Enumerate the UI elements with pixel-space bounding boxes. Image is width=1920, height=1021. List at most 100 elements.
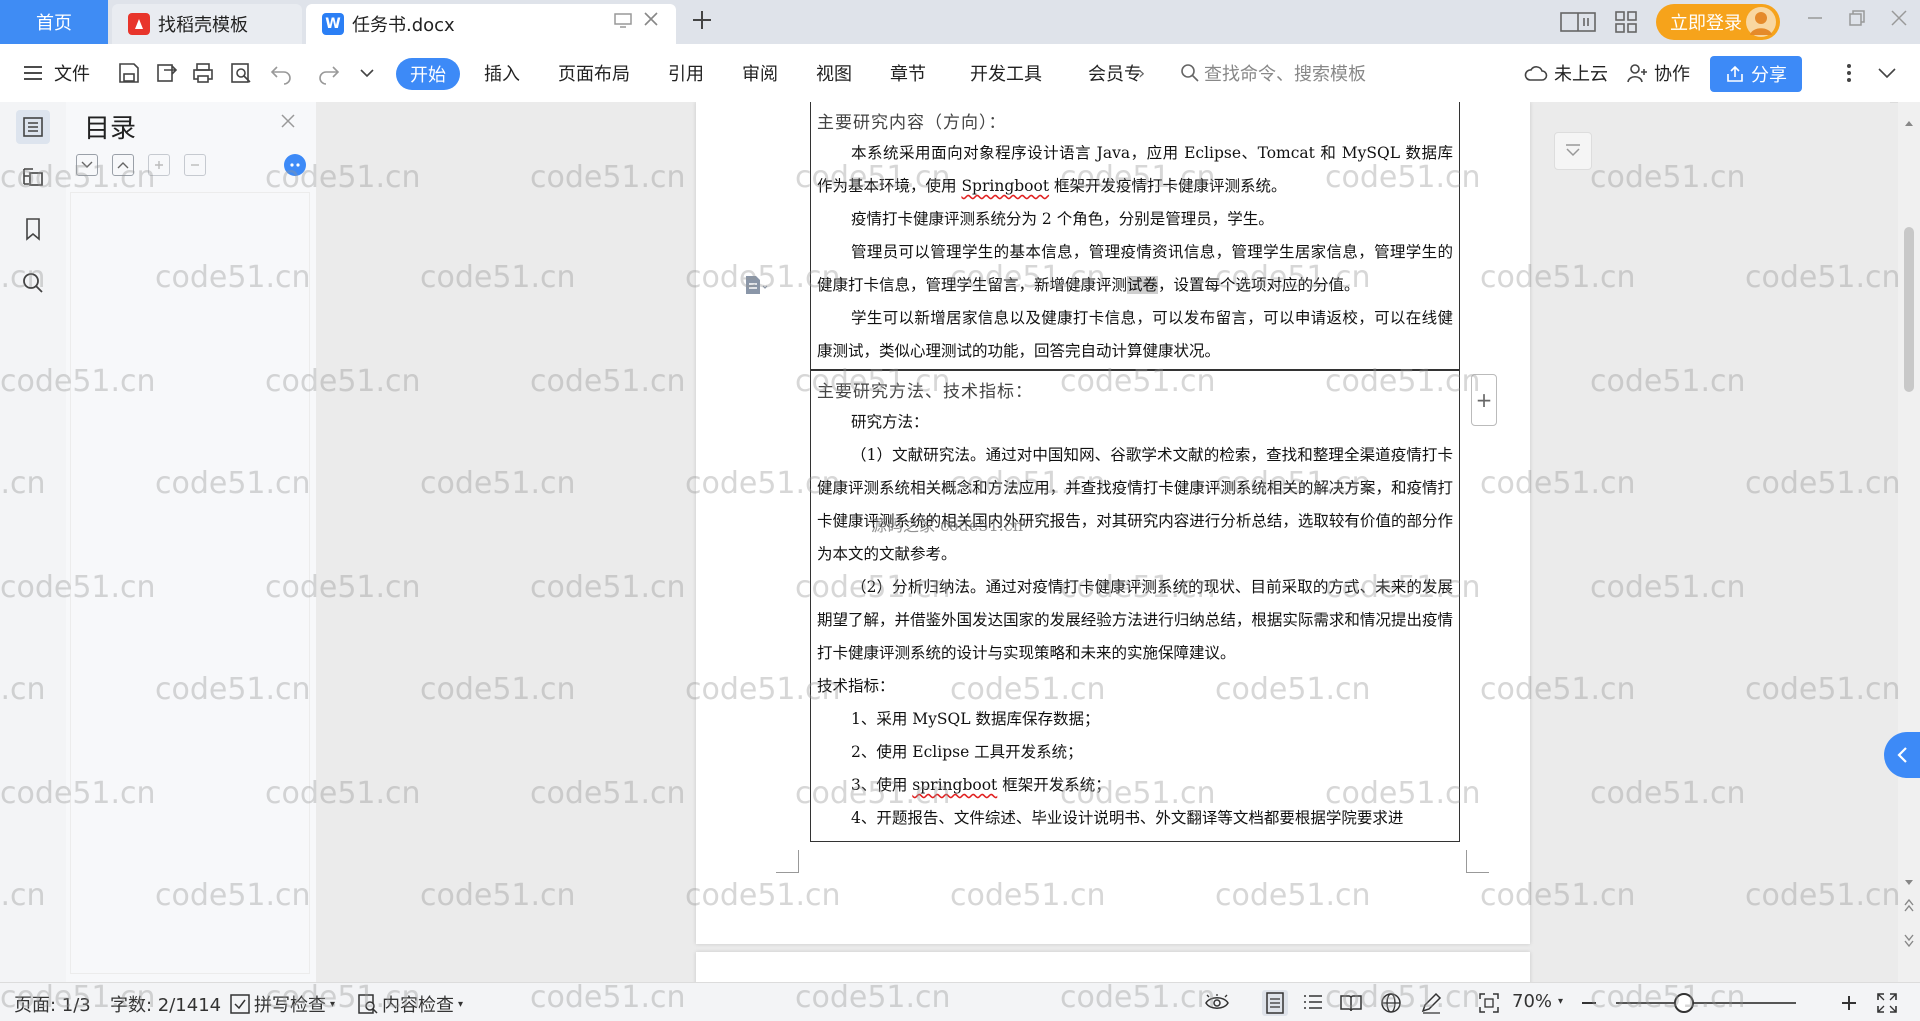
- next-page-top: [696, 952, 1530, 982]
- list-item: 2、使用 Eclipse 工具开发系统；: [851, 743, 1083, 761]
- tab-review[interactable]: 审阅: [742, 56, 778, 90]
- share-button[interactable]: 分享: [1710, 56, 1802, 92]
- zoom-in-icon[interactable]: [1836, 990, 1862, 1016]
- toc-list: [70, 192, 310, 974]
- search-icon: [1181, 64, 1199, 82]
- spell-check-label: 拼写检查: [254, 995, 326, 1016]
- find-icon[interactable]: [16, 266, 50, 300]
- tab-template-label: 找稻壳模板: [158, 15, 248, 36]
- table-cell-research-content[interactable]: 主要研究内容（方向）： 本系统采用面向对象程序设计语言 Java，应用 Ecli…: [810, 102, 1460, 370]
- undo-icon[interactable]: [268, 60, 294, 86]
- zoom-level-select[interactable]: 70% ▾: [1512, 991, 1563, 1012]
- tab-references[interactable]: 引用: [668, 56, 704, 90]
- close-window-icon[interactable]: [1890, 8, 1908, 32]
- wps-writer-icon: W: [322, 13, 344, 35]
- spell-check-icon: [230, 994, 250, 1014]
- command-search[interactable]: 查找命令、搜索模板: [1180, 56, 1366, 90]
- tab-template[interactable]: 找稻壳模板: [112, 4, 302, 44]
- apps-grid-icon[interactable]: [1614, 6, 1638, 38]
- chevron-down-icon: ▾: [1558, 996, 1564, 1007]
- content-check-button[interactable]: 内容检查 ▾: [358, 991, 463, 1017]
- eye-protection-icon[interactable]: [1204, 990, 1230, 1016]
- tab-member[interactable]: 会员专: [1088, 56, 1142, 90]
- add-row-button[interactable]: +: [1471, 374, 1497, 426]
- tab-insert[interactable]: 插入: [484, 56, 520, 90]
- window-mode-icon[interactable]: [614, 12, 632, 33]
- outline-view-icon[interactable]: [1300, 990, 1326, 1016]
- collab-user-icon: [1627, 64, 1647, 83]
- export-pdf-icon[interactable]: [154, 60, 180, 86]
- page-indicator[interactable]: 页面: 1/3: [14, 991, 91, 1017]
- minimize-icon[interactable]: [1806, 8, 1824, 32]
- paragraph-layout-icon[interactable]: [744, 274, 768, 296]
- web-layout-icon[interactable]: [1378, 990, 1404, 1016]
- more-options-icon[interactable]: [1836, 60, 1862, 86]
- status-bar: 页面: 1/3 字数: 2/1414 拼写检查 ▾ 内容检查 ▾ 70% ▾: [0, 982, 1920, 1021]
- section1-heading: 主要研究内容（方向）：: [817, 113, 1007, 133]
- tab-page-layout[interactable]: 页面布局: [558, 56, 630, 90]
- cloud-status-button[interactable]: 未上云: [1524, 56, 1608, 90]
- scroll-up-icon[interactable]: [1904, 112, 1914, 131]
- redo-icon[interactable]: [316, 60, 342, 86]
- word-count[interactable]: 字数: 2/1414: [110, 991, 221, 1017]
- reading-mode-icon[interactable]: [1338, 990, 1364, 1016]
- layout-toggle-icon[interactable]: [1560, 6, 1596, 38]
- print-icon[interactable]: [190, 60, 216, 86]
- close-icon[interactable]: [280, 110, 296, 135]
- scroll-down-icon[interactable]: [1904, 872, 1914, 891]
- tab-document[interactable]: W 任务书.docx: [306, 4, 676, 44]
- zoom-slider-handle[interactable]: [1674, 993, 1694, 1013]
- login-button[interactable]: 立即登录: [1656, 4, 1780, 40]
- print-preview-icon[interactable]: [228, 60, 254, 86]
- scroll-thumb[interactable]: [1904, 227, 1914, 392]
- paragraph: 管理员可以管理学生的基本信息，管理疫情资讯信息，管理学生居家信息，管理学生的健康…: [817, 243, 1453, 294]
- collaborate-button[interactable]: 协作: [1626, 56, 1690, 90]
- zoom-level: 70%: [1512, 991, 1553, 1012]
- more-tabs-icon[interactable]: ›: [1138, 56, 1145, 90]
- file-menu-button[interactable]: 文件: [22, 56, 90, 90]
- cloud-status-label: 未上云: [1554, 64, 1608, 85]
- smart-toc-icon[interactable]: [284, 154, 306, 176]
- restore-icon[interactable]: [1848, 8, 1866, 32]
- chevron-down-icon[interactable]: [354, 60, 380, 86]
- paragraph: 疫情打卡健康评测系统分为 2 个角色，分别是管理员，学生。: [851, 210, 1274, 228]
- save-icon[interactable]: [116, 60, 142, 86]
- list-item: 3、使用 springboot 框架开发系统；: [851, 776, 1111, 794]
- float-toolbar-icon[interactable]: [1554, 132, 1592, 170]
- paragraph: 学生可以新增居家信息以及健康打卡信息，可以发布留言，可以申请返校，可以在线健康测…: [817, 309, 1453, 360]
- close-tab-icon[interactable]: [642, 10, 660, 33]
- vertical-scrollbar[interactable]: [1898, 102, 1920, 982]
- spell-check-button[interactable]: 拼写检查 ▾: [230, 991, 335, 1017]
- content-check-icon: [358, 994, 378, 1014]
- tab-home[interactable]: 首页: [0, 0, 108, 44]
- table-cell-research-method[interactable]: 主要研究方法、技术指标： 研究方法： （1）文献研究法。通过对中国知网、谷歌学术…: [810, 370, 1460, 842]
- tab-view[interactable]: 视图: [816, 56, 852, 90]
- left-icon-bar: [0, 102, 67, 982]
- tab-chapter[interactable]: 章节: [890, 56, 926, 90]
- prev-page-icon[interactable]: [1904, 898, 1914, 917]
- toc-title: 目录: [84, 114, 137, 144]
- zoom-slider-track[interactable]: [1616, 1002, 1796, 1004]
- bookmark-icon[interactable]: [16, 212, 50, 246]
- promote-level-icon[interactable]: [148, 154, 170, 176]
- tab-developer[interactable]: 开发工具: [970, 56, 1042, 90]
- demote-level-icon[interactable]: [184, 154, 206, 176]
- navigation-icon[interactable]: [16, 160, 50, 194]
- pen-mode-icon[interactable]: [1418, 990, 1444, 1016]
- fit-page-icon[interactable]: [1476, 990, 1502, 1016]
- new-tab-button[interactable]: [690, 6, 714, 39]
- page-view-icon[interactable]: [1262, 990, 1288, 1016]
- ribbon: 文件 开始 插入 页面布局 引用 审阅 视图 章节 开发工具 会员专 › 查找命…: [0, 44, 1920, 103]
- next-page-icon[interactable]: [1904, 932, 1914, 951]
- paragraph: 研究方法：: [851, 413, 929, 431]
- paragraph: 本系统采用面向对象程序设计语言 Java，应用 Eclipse、Tomcat 和…: [817, 144, 1453, 195]
- toc-panel-icon[interactable]: [16, 110, 50, 144]
- collapse-all-icon[interactable]: [112, 154, 134, 176]
- collaborate-label: 协作: [1654, 64, 1690, 85]
- zoom-out-icon[interactable]: [1576, 990, 1602, 1016]
- collapse-ribbon-icon[interactable]: [1874, 60, 1900, 86]
- fullscreen-icon[interactable]: [1874, 990, 1900, 1016]
- crop-mark: [776, 850, 799, 873]
- tab-start[interactable]: 开始: [396, 58, 460, 90]
- expand-all-icon[interactable]: [76, 154, 98, 176]
